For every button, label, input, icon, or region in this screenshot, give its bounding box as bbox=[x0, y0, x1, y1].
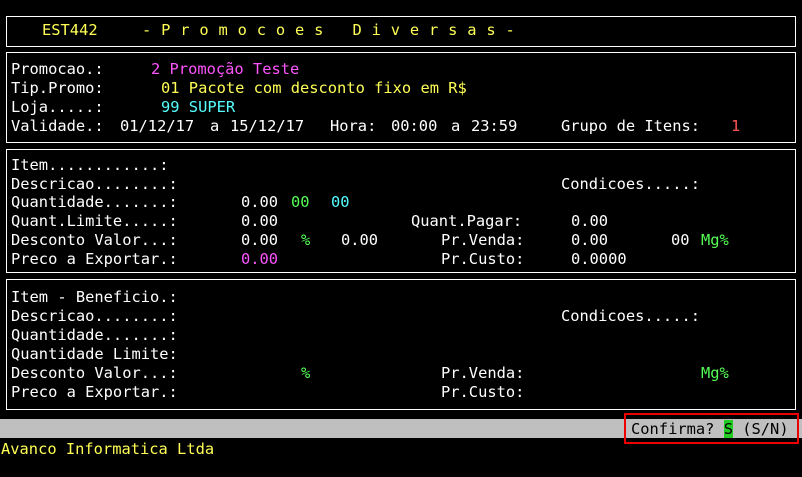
item-pr-venda-label: Pr.Venda: bbox=[441, 231, 525, 249]
item-condicoes-label: Condicoes.....: bbox=[561, 175, 700, 193]
item-pr-venda-value[interactable]: 0.00 bbox=[571, 231, 608, 250]
item-quant-limite-value[interactable]: 0.00 bbox=[241, 212, 278, 231]
tip-promo-value[interactable]: 01 Pacote com desconto fixo em R$ bbox=[161, 79, 467, 98]
item-desconto-value2[interactable]: 0.00 bbox=[341, 231, 378, 250]
item-quantidade-v3: 00 bbox=[331, 193, 350, 211]
promocao-value[interactable]: 2 Promoção Teste bbox=[151, 60, 299, 79]
beneficio-descricao-label: Descricao........: bbox=[11, 307, 178, 325]
beneficio-item-label: Item - Beneficio.: bbox=[11, 288, 178, 306]
beneficio-mg-label: Mg% bbox=[701, 364, 729, 382]
beneficio-quant-limite-label: Quantidade Limite: bbox=[11, 345, 178, 363]
item-descricao-label: Descricao........: bbox=[11, 175, 178, 193]
beneficio-desconto-label: Desconto Valor...: bbox=[11, 364, 178, 382]
beneficio-pr-venda-label: Pr.Venda: bbox=[441, 364, 525, 382]
item-quantidade-v2: 00 bbox=[291, 193, 310, 211]
screen-title: - P r o m o c o e s D i v e r s a s - bbox=[142, 21, 516, 39]
validade-label: Validade.: bbox=[11, 117, 104, 135]
item-quant-pagar-value[interactable]: 0.00 bbox=[571, 212, 608, 231]
company-name: Avanco Informatica Ltda bbox=[1, 440, 215, 458]
confirm-options: (S/N) bbox=[742, 420, 789, 438]
confirm-prompt: Confirma? S (S/N) bbox=[631, 420, 789, 439]
beneficio-quantidade-label: Quantidade.......: bbox=[11, 326, 178, 344]
item-mg-value[interactable]: 00 bbox=[671, 231, 690, 250]
hora-from[interactable]: 00:00 bbox=[391, 117, 437, 136]
loja-value[interactable]: 99 SUPER bbox=[161, 98, 235, 117]
item-pr-custo-value[interactable]: 0.0000 bbox=[571, 250, 627, 269]
tip-promo-label: Tip.Promo: bbox=[11, 79, 104, 97]
confirm-label: Confirma? bbox=[631, 420, 715, 438]
beneficio-preco-exp-label: Preco a Exportar.: bbox=[11, 383, 178, 401]
item-preco-exp-label: Preco a Exportar.: bbox=[11, 250, 178, 268]
item-quant-limite-label: Quant.Limite.....: bbox=[11, 212, 178, 230]
item-mg-label: Mg% bbox=[701, 231, 729, 249]
beneficio-condicoes-label: Condicoes.....: bbox=[561, 307, 700, 325]
item-quantidade-label: Quantidade.......: bbox=[11, 193, 178, 211]
item-quantidade-value[interactable]: 0.00 bbox=[241, 193, 278, 212]
item-pr-custo-label: Pr.Custo: bbox=[441, 250, 525, 268]
grupo-value[interactable]: 1 bbox=[731, 117, 740, 136]
item-desconto-pct: % bbox=[301, 231, 311, 249]
item-quant-pagar-label: Quant.Pagar: bbox=[411, 212, 523, 230]
grupo-label: Grupo de Itens: bbox=[561, 117, 700, 135]
validade-from[interactable]: 01/12/17 bbox=[120, 117, 194, 136]
confirm-input[interactable]: S bbox=[723, 420, 733, 438]
hora-to[interactable]: 23:59 bbox=[471, 117, 517, 136]
beneficio-desconto-pct: % bbox=[301, 364, 311, 382]
item-desconto-label: Desconto Valor...: bbox=[11, 231, 178, 249]
item-preco-exp-value[interactable]: 0.00 bbox=[241, 250, 278, 269]
promocao-label: Promocao.: bbox=[11, 60, 104, 78]
beneficio-pr-custo-label: Pr.Custo: bbox=[441, 383, 525, 401]
item-desconto-value[interactable]: 0.00 bbox=[241, 231, 278, 250]
item-label: Item............: bbox=[11, 156, 169, 174]
hora-label: Hora: bbox=[330, 117, 377, 135]
validade-to[interactable]: 15/12/17 bbox=[230, 117, 304, 136]
screen-code: EST442 bbox=[42, 21, 98, 39]
loja-label: Loja.....: bbox=[11, 98, 104, 116]
validade-sep: a bbox=[210, 117, 220, 135]
hora-sep: a bbox=[451, 117, 461, 135]
